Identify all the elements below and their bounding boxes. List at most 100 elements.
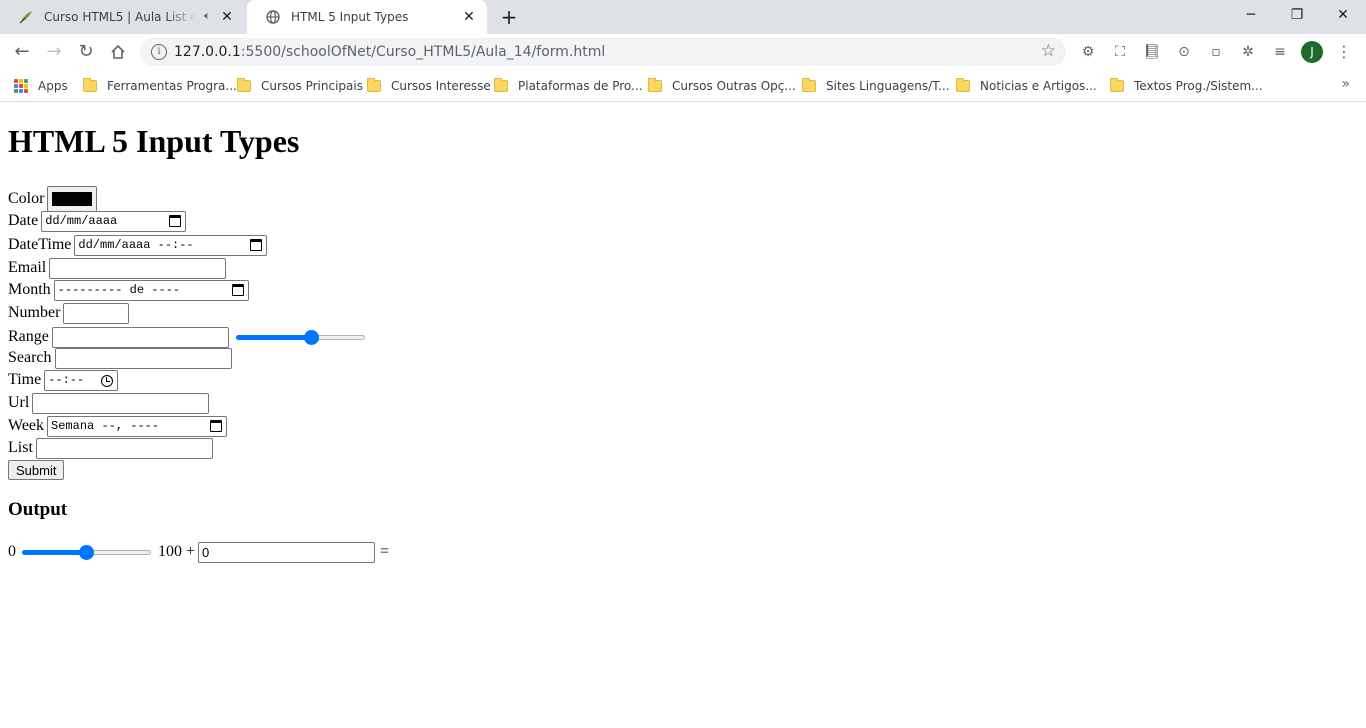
url-input[interactable] bbox=[32, 392, 210, 414]
time-input[interactable]: --:-- bbox=[44, 369, 119, 391]
number-label: Number bbox=[8, 304, 61, 321]
feather-icon bbox=[18, 9, 34, 25]
range-text-input[interactable] bbox=[51, 326, 229, 348]
kebab-menu-icon[interactable]: ⋮ bbox=[1334, 42, 1354, 62]
screenshot-extension-icon[interactable]: ⛶ bbox=[1110, 42, 1130, 62]
home-icon[interactable] bbox=[104, 38, 132, 66]
date-row: Date dd/mm/aaaa bbox=[8, 210, 187, 232]
close-tab-icon[interactable]: ✕ bbox=[461, 9, 477, 25]
bookmark-folder[interactable]: Cursos Principais bbox=[237, 77, 363, 95]
calendar-icon[interactable] bbox=[231, 283, 244, 296]
minimize-button[interactable]: ─ bbox=[1228, 0, 1274, 30]
url-row: Url bbox=[8, 392, 210, 414]
output-slider[interactable] bbox=[22, 544, 151, 560]
folder-icon bbox=[648, 78, 662, 92]
month-placeholder: --------- de ---- bbox=[57, 283, 181, 297]
forward-arrow-icon[interactable]: → bbox=[40, 38, 68, 66]
week-placeholder: Semana --, ---- bbox=[51, 419, 160, 433]
output-max-plus-label: 100 + bbox=[158, 543, 196, 560]
color-row: Color bbox=[8, 186, 98, 212]
datetime-input[interactable]: dd/mm/aaaa --:-- bbox=[74, 234, 268, 256]
time-row: Time --:-- bbox=[8, 369, 119, 391]
color-label: Color bbox=[8, 190, 45, 207]
bookmark-folder[interactable]: Sites Linguagens/T... bbox=[802, 77, 950, 95]
more-bookmarks-chevron-icon[interactable]: » bbox=[1341, 76, 1350, 92]
bookmark-folder[interactable]: Ferramentas Progra... bbox=[83, 77, 237, 95]
tab-html5-input-types[interactable]: HTML 5 Input Types ✕ bbox=[247, 0, 487, 34]
email-input[interactable] bbox=[49, 257, 227, 279]
slider-fill bbox=[235, 335, 312, 340]
folder-icon bbox=[494, 78, 508, 92]
apps-grid-icon bbox=[14, 79, 28, 93]
color-picker[interactable] bbox=[47, 186, 98, 212]
tab-title: Curso HTML5 | Aula List e tra bbox=[44, 10, 196, 24]
datetime-placeholder: dd/mm/aaaa --:-- bbox=[78, 238, 194, 252]
clock-icon[interactable] bbox=[101, 374, 114, 387]
browser-toolbar: ← → ↻ i 127.0.0.1:5500/schoolOfNet/Curso… bbox=[0, 34, 1366, 70]
bookmark-folder[interactable]: Cursos Outras Opç... bbox=[648, 77, 796, 95]
bookmark-folder[interactable]: Plataformas de Pro... bbox=[494, 77, 642, 95]
globe-icon bbox=[265, 9, 281, 25]
bookmark-apps[interactable]: Apps bbox=[14, 77, 68, 95]
submit-button[interactable]: Submit bbox=[8, 460, 65, 480]
email-row: Email bbox=[8, 257, 227, 279]
bookmark-folder[interactable]: Noticias e Artigos... bbox=[956, 77, 1097, 95]
folder-icon bbox=[802, 78, 816, 92]
reload-icon[interactable]: ↻ bbox=[72, 38, 100, 66]
list-input[interactable] bbox=[35, 437, 213, 459]
site-info-icon[interactable]: i bbox=[151, 44, 167, 60]
bookmark-label: Cursos Outras Opç... bbox=[672, 79, 796, 93]
list-label: List bbox=[8, 439, 33, 456]
bookmark-label: Noticias e Artigos... bbox=[980, 79, 1097, 93]
datetime-row: DateTime dd/mm/aaaa --:-- bbox=[8, 234, 268, 256]
close-tab-icon[interactable]: ✕ bbox=[219, 9, 235, 25]
bookmark-label: Apps bbox=[38, 79, 68, 93]
bookmark-label: Ferramentas Progra... bbox=[107, 79, 237, 93]
audio-playing-icon[interactable]: 🔈︎ bbox=[204, 9, 211, 23]
book-extension-icon[interactable]: 📘︎ bbox=[1142, 42, 1162, 62]
number-input[interactable] bbox=[63, 302, 130, 324]
bookmark-folder[interactable]: Cursos Interesse bbox=[367, 77, 491, 95]
datetime-label: DateTime bbox=[8, 236, 72, 253]
url-text: 127.0.0.1:5500/schoolOfNet/Curso_HTML5/A… bbox=[174, 44, 606, 60]
bookmark-label: Cursos Interesse bbox=[391, 79, 491, 93]
output-heading: Output bbox=[8, 499, 68, 520]
tab-strip: Curso HTML5 | Aula List e tra 🔈︎ ✕ HTML … bbox=[0, 0, 1366, 34]
slider-fill bbox=[22, 550, 87, 555]
date-label: Date bbox=[8, 212, 39, 229]
search-input[interactable] bbox=[54, 347, 232, 369]
week-input[interactable]: Semana --, ---- bbox=[47, 415, 228, 437]
profile-avatar[interactable]: J bbox=[1301, 41, 1323, 63]
calendar-icon[interactable] bbox=[169, 214, 182, 227]
output-equals: = bbox=[380, 543, 390, 560]
bookmark-folder[interactable]: Textos Prog./Sistem... bbox=[1110, 77, 1263, 95]
restore-button[interactable]: ❐ bbox=[1274, 0, 1320, 30]
date-input[interactable]: dd/mm/aaaa bbox=[41, 210, 187, 232]
bookmark-star-icon[interactable]: ☆ bbox=[1041, 41, 1056, 61]
new-tab-button[interactable]: + bbox=[497, 5, 521, 29]
slider-thumb[interactable] bbox=[304, 330, 320, 345]
range-slider[interactable] bbox=[235, 329, 365, 345]
slider-thumb[interactable] bbox=[79, 545, 94, 560]
code-extension-icon[interactable]: ⊙ bbox=[1174, 42, 1194, 62]
blank-extension-icon[interactable]: ▫ bbox=[1206, 42, 1226, 62]
month-input[interactable]: --------- de ---- bbox=[53, 279, 249, 301]
close-window-button[interactable]: ✕ bbox=[1320, 0, 1366, 30]
folder-icon bbox=[956, 78, 970, 92]
back-arrow-icon[interactable]: ← bbox=[8, 38, 36, 66]
bookmark-label: Sites Linguagens/T... bbox=[826, 79, 950, 93]
extensions-puzzle-icon[interactable]: ✲ bbox=[1238, 42, 1258, 62]
extension-gear-icon[interactable]: ⚙ bbox=[1078, 42, 1098, 62]
url-label: Url bbox=[8, 394, 30, 411]
month-row: Month --------- de ---- bbox=[8, 279, 249, 301]
address-bar[interactable]: i 127.0.0.1:5500/schoolOfNet/Curso_HTML5… bbox=[140, 38, 1066, 66]
media-queue-icon[interactable]: ≡ bbox=[1270, 42, 1290, 62]
tab-curso-html5[interactable]: Curso HTML5 | Aula List e tra 🔈︎ ✕ bbox=[0, 0, 245, 34]
output-number-input[interactable]: 0 bbox=[198, 541, 376, 563]
list-row: List bbox=[8, 437, 213, 459]
time-label: Time bbox=[8, 371, 42, 388]
bookmark-label: Textos Prog./Sistem... bbox=[1134, 79, 1263, 93]
calendar-icon[interactable] bbox=[210, 419, 223, 432]
calendar-icon[interactable] bbox=[250, 238, 263, 251]
bookmarks-bar: Apps Ferramentas Progra... Cursos Princi… bbox=[0, 70, 1366, 102]
